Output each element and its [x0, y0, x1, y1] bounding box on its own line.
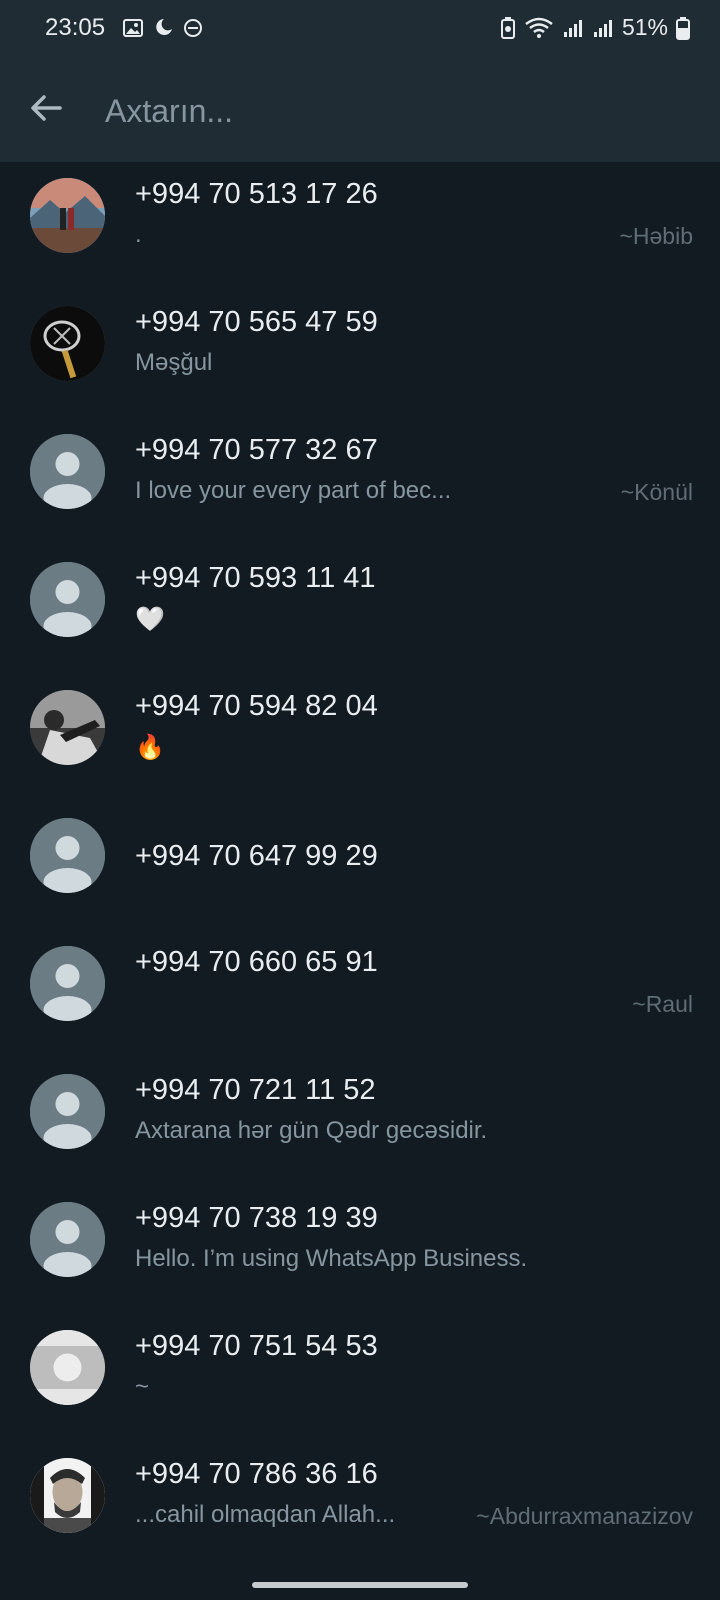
default-avatar-icon[interactable]	[30, 562, 105, 637]
contact-row[interactable]: +994 70 593 11 41 🤍	[0, 546, 720, 674]
contact-about: ~	[135, 1373, 150, 1400]
search-app-bar	[0, 58, 720, 162]
contact-number: +994 70 593 11 41	[135, 562, 376, 594]
contact-about: .	[135, 221, 142, 248]
moon-leaf-icon	[152, 17, 174, 39]
contact-about: 🔥	[135, 733, 165, 761]
contact-push-name: ~Həbib	[619, 223, 693, 249]
contact-row[interactable]: +994 70 647 99 29	[0, 802, 720, 930]
signal-icon	[562, 17, 584, 39]
default-avatar-icon[interactable]	[30, 1202, 105, 1277]
contact-about: Hello. I’m using WhatsApp Business.	[135, 1245, 528, 1272]
avatar[interactable]	[30, 1330, 105, 1405]
wifi-icon	[524, 16, 554, 40]
contact-number: +994 70 786 36 16	[135, 1458, 378, 1490]
contact-row[interactable]: +994 70 721 11 52 Axtarana hər gün Qədr …	[0, 1058, 720, 1186]
contact-push-name: ~Abdurraxmanazizov	[476, 1503, 693, 1529]
avatar[interactable]	[30, 178, 105, 253]
status-time: 23:05	[45, 14, 106, 41]
contact-row[interactable]: +994 70 565 47 59 Məşğul	[0, 290, 720, 418]
contact-row[interactable]: +994 70 513 17 26 . ~Həbib	[0, 162, 720, 290]
default-avatar-icon[interactable]	[30, 434, 105, 509]
contact-number: +994 70 577 32 67	[135, 434, 378, 466]
default-avatar-icon[interactable]	[30, 818, 105, 893]
do-not-disturb-icon	[182, 17, 204, 39]
search-input[interactable]	[103, 88, 667, 134]
avatar[interactable]	[30, 690, 105, 765]
contact-about: 🤍	[135, 605, 165, 633]
contact-about: ...cahil olmaqdan Allah...	[135, 1501, 396, 1528]
avatar[interactable]	[30, 306, 105, 381]
contact-about: I love your every part of bec...	[135, 477, 452, 504]
avatar[interactable]	[30, 1458, 105, 1533]
gesture-nav-handle[interactable]	[252, 1582, 468, 1588]
contact-number: +994 70 721 11 52	[135, 1074, 376, 1106]
contact-row[interactable]: +994 70 738 19 39 Hello. I’m using Whats…	[0, 1186, 720, 1314]
contact-number: +994 70 513 17 26	[135, 178, 378, 210]
contact-row[interactable]: +994 70 751 54 53 ~	[0, 1314, 720, 1442]
signal-icon	[592, 17, 614, 39]
contact-row[interactable]: +994 70 594 82 04 🔥	[0, 674, 720, 802]
contact-number: +994 70 647 99 29	[135, 840, 378, 872]
contact-about: Axtarana hər gün Qədr gecəsidir.	[135, 1117, 488, 1144]
contact-list: +994 70 513 17 26 . ~Həbib +994 70 565 4…	[0, 162, 720, 1570]
contact-row[interactable]: +994 70 577 32 67 I love your every part…	[0, 418, 720, 546]
battery-saver-icon	[500, 16, 516, 40]
default-avatar-icon[interactable]	[30, 1074, 105, 1149]
contact-number: +994 70 660 65 91	[135, 946, 378, 978]
back-arrow-icon[interactable]	[26, 88, 66, 128]
battery-percent: 51%	[621, 14, 668, 40]
contact-number: +994 70 594 82 04	[135, 690, 378, 722]
default-avatar-icon[interactable]	[30, 946, 105, 1021]
contact-push-name: ~Raul	[632, 991, 693, 1017]
contact-row[interactable]: +994 70 786 36 16 ...cahil olmaqdan Alla…	[0, 1442, 720, 1570]
status-bar: 23:05 51%	[0, 0, 720, 58]
contact-number: +994 70 565 47 59	[135, 306, 378, 338]
contact-push-name: ~Könül	[620, 479, 693, 505]
contact-row[interactable]: +994 70 660 65 91 ~Raul	[0, 930, 720, 1058]
image-icon	[122, 17, 144, 39]
contact-number: +994 70 751 54 53	[135, 1330, 378, 1362]
battery-icon	[676, 16, 690, 40]
contact-number: +994 70 738 19 39	[135, 1202, 378, 1234]
contact-about: Məşğul	[135, 349, 213, 376]
